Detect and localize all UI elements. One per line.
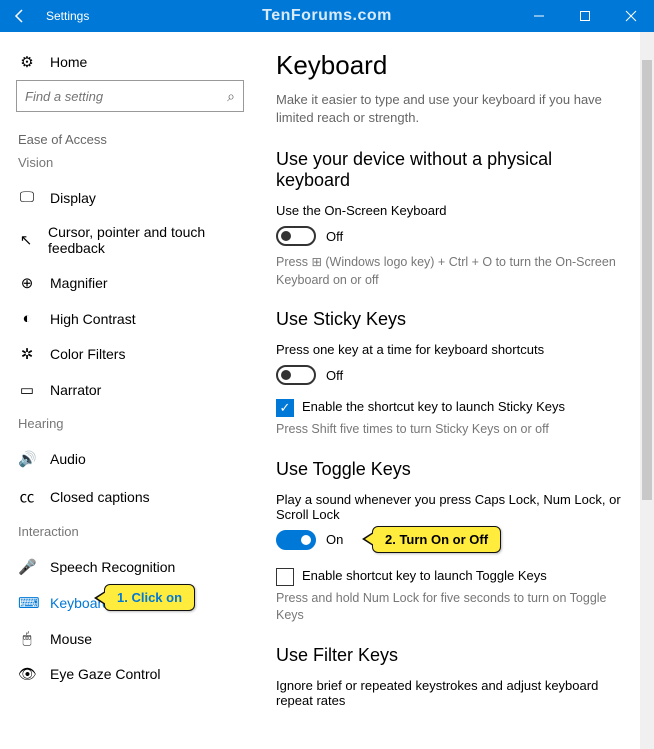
content-pane: Keyboard Make it easier to type and use … <box>260 32 654 749</box>
sticky-toggle[interactable] <box>276 365 316 385</box>
sticky-state: Off <box>326 368 343 383</box>
nav-label: Color Filters <box>50 346 125 362</box>
minimize-button[interactable] <box>516 0 562 32</box>
nav-label: Cursor, pointer and touch feedback <box>48 224 242 256</box>
nav-label: High Contrast <box>50 311 136 327</box>
search-input[interactable]: ⌕ <box>16 80 244 112</box>
toggle-check-label: Enable shortcut key to launch Toggle Key… <box>302 568 547 585</box>
cursor-icon: ↖ <box>18 231 34 249</box>
home-label: Home <box>50 54 87 70</box>
watermark: TenForums.com <box>262 7 392 25</box>
gear-icon: ⚙ <box>18 53 36 71</box>
nav-label: Magnifier <box>50 275 108 291</box>
nav-audio[interactable]: 🔊 Audio <box>0 441 260 477</box>
callout-1: 1. Click on <box>104 584 195 611</box>
search-icon: ⌕ <box>227 88 235 105</box>
toggle-label: Play a sound whenever you press Caps Loc… <box>276 492 628 522</box>
nav-label: Mouse <box>50 631 92 647</box>
nav-display[interactable]: 🖵 Display <box>0 180 260 215</box>
audio-icon: 🔊 <box>18 450 36 468</box>
filters-icon: ✲ <box>18 345 36 363</box>
nav-label: Audio <box>50 451 86 467</box>
magnifier-icon: ⊕ <box>18 274 36 292</box>
nav-mouse[interactable]: 🖱 Mouse <box>0 621 260 656</box>
togglekeys-toggle[interactable] <box>276 530 316 550</box>
toggle-state: On <box>326 532 343 547</box>
eye-icon: 👁 <box>18 665 36 683</box>
mouse-icon: 🖱 <box>18 630 36 647</box>
content-scrollbar[interactable] <box>640 32 654 749</box>
sticky-heading: Use Sticky Keys <box>276 309 628 330</box>
window-title: Settings <box>46 9 89 23</box>
filter-heading: Use Filter Keys <box>276 645 628 666</box>
nav-label: Narrator <box>50 382 101 398</box>
search-field[interactable] <box>25 89 227 104</box>
nav-label: Closed captions <box>50 489 150 505</box>
sticky-shortcut-checkbox[interactable]: ✓ <box>276 399 294 417</box>
group-hearing: Hearing <box>0 414 260 441</box>
close-button[interactable] <box>608 0 654 32</box>
toggle-heading: Use Toggle Keys <box>276 459 628 480</box>
nav-keyboard[interactable]: ⌨ Keyboard 1. Click on <box>0 585 260 621</box>
nav-eye-gaze[interactable]: 👁 Eye Gaze Control <box>0 656 260 692</box>
nav-speech[interactable]: 🎤 Speech Recognition <box>0 549 260 585</box>
titlebar: Settings TenForums.com <box>0 0 654 32</box>
display-icon: 🖵 <box>18 189 36 206</box>
scrollbar-thumb[interactable] <box>642 60 652 500</box>
osk-heading: Use your device without a physical keybo… <box>276 149 628 191</box>
nav-magnifier[interactable]: ⊕ Magnifier <box>0 265 260 301</box>
osk-toggle[interactable] <box>276 226 316 246</box>
home-nav[interactable]: ⚙ Home <box>0 44 260 80</box>
page-desc: Make it easier to type and use your keyb… <box>276 91 628 127</box>
mic-icon: 🎤 <box>18 558 36 576</box>
sticky-label: Press one key at a time for keyboard sho… <box>276 342 628 357</box>
captions-icon: ㏄ <box>18 486 36 507</box>
osk-state: Off <box>326 229 343 244</box>
nav-color-filters[interactable]: ✲ Color Filters <box>0 336 260 372</box>
winlogo-icon: ⊞ <box>311 255 321 269</box>
nav-label: Eye Gaze Control <box>50 666 161 682</box>
osk-label: Use the On-Screen Keyboard <box>276 203 628 218</box>
nav-closed-captions[interactable]: ㏄ Closed captions <box>0 477 260 516</box>
maximize-button[interactable] <box>562 0 608 32</box>
nav-narrator[interactable]: ▭ Narrator <box>0 372 260 408</box>
group-interaction: Interaction <box>0 522 260 549</box>
back-button[interactable] <box>0 0 40 32</box>
callout-2: 2. Turn On or Off <box>372 526 501 553</box>
nav-label: Speech Recognition <box>50 559 175 575</box>
group-vision: Vision <box>0 153 260 180</box>
contrast-icon: ◐ <box>18 310 36 327</box>
osk-hint: Press ⊞ (Windows logo key) + Ctrl + O to… <box>276 254 628 289</box>
keyboard-icon: ⌨ <box>18 594 36 612</box>
page-title: Keyboard <box>276 50 628 81</box>
nav-cursor[interactable]: ↖ Cursor, pointer and touch feedback <box>0 215 260 265</box>
narrator-icon: ▭ <box>18 381 36 399</box>
filter-label: Ignore brief or repeated keystrokes and … <box>276 678 628 708</box>
sidebar: ⚙ Home ⌕ Ease of Access Vision 🖵Display … <box>0 32 260 749</box>
togglekeys-shortcut-checkbox[interactable] <box>276 568 294 586</box>
nav-high-contrast[interactable]: ◐ High Contrast <box>0 301 260 336</box>
toggle-hint: Press and hold Num Lock for five seconds… <box>276 590 628 625</box>
section-label: Ease of Access <box>0 120 260 153</box>
nav-label: Display <box>50 190 96 206</box>
sticky-check-label: Enable the shortcut key to launch Sticky… <box>302 399 565 416</box>
sticky-hint: Press Shift five times to turn Sticky Ke… <box>276 421 628 439</box>
